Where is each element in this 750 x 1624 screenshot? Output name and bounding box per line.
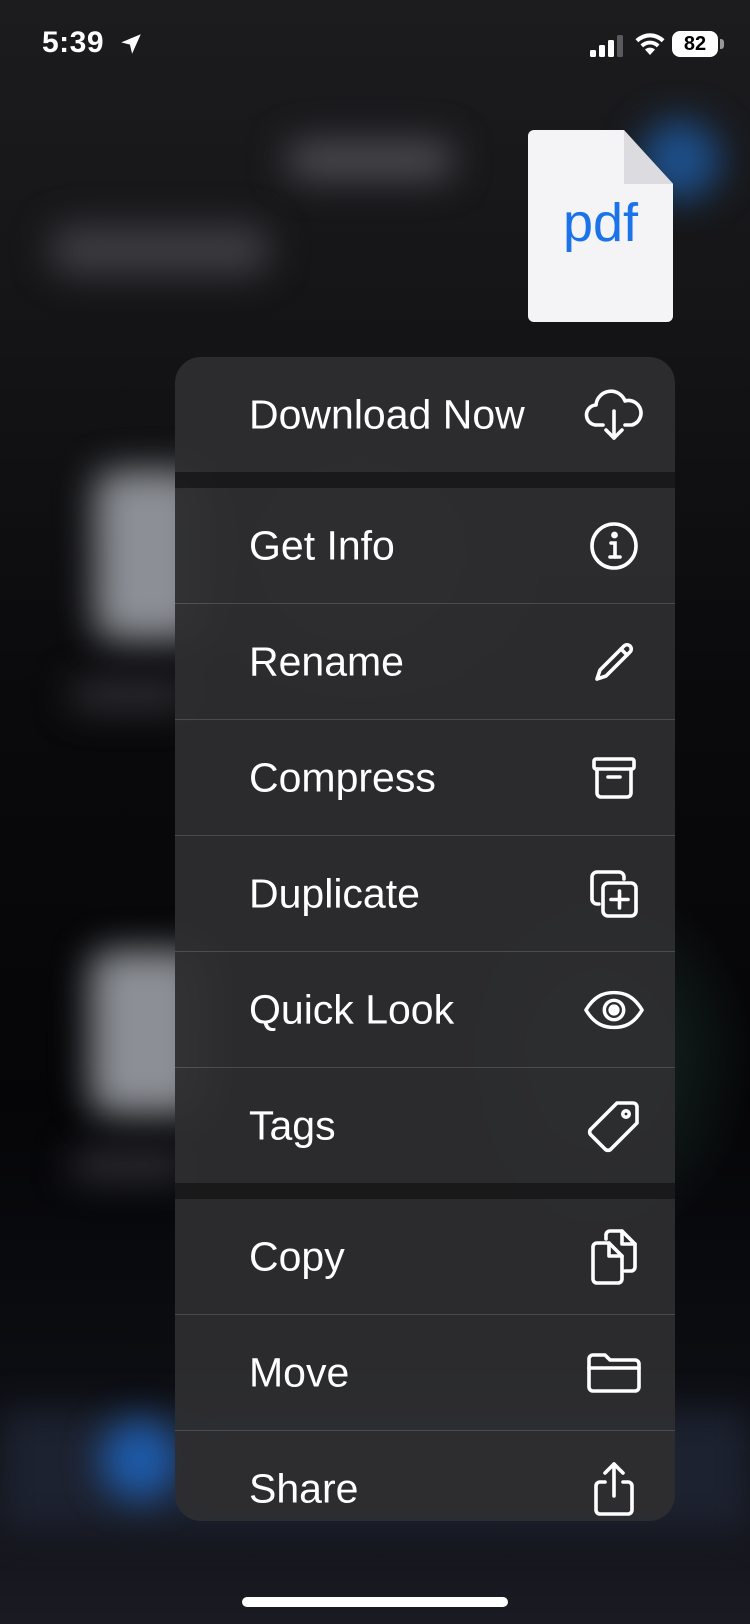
- menu-section-gap: [175, 472, 675, 488]
- menu-item-tags[interactable]: Tags: [175, 1068, 675, 1183]
- menu-item-compress[interactable]: Compress: [175, 720, 675, 835]
- tag-icon: [583, 1095, 645, 1157]
- blurred-title: [285, 140, 455, 180]
- menu-item-quick-look[interactable]: Quick Look: [175, 952, 675, 1067]
- pdf-type-label: pdf: [562, 193, 639, 253]
- menu-item-label: Download Now: [249, 391, 525, 437]
- menu-item-duplicate[interactable]: Duplicate: [175, 836, 675, 951]
- context-menu: Download Now Get Info Rename Compress Du…: [175, 357, 675, 1521]
- menu-item-copy[interactable]: Copy: [175, 1199, 675, 1314]
- eye-icon: [583, 979, 645, 1041]
- menu-item-label: Compress: [249, 754, 436, 800]
- menu-item-label: Duplicate: [249, 870, 420, 916]
- blurred-heading: [50, 225, 270, 275]
- battery-percent: 82: [683, 32, 707, 55]
- menu-item-label: Quick Look: [249, 986, 455, 1032]
- copy-documents-icon: [583, 1226, 645, 1288]
- cellular-signal-icon: [590, 35, 623, 57]
- screen: 5:39 82 pdf Download Now Get Info Rename…: [0, 0, 750, 1624]
- menu-item-move[interactable]: Move: [175, 1315, 675, 1430]
- menu-item-label: Get Info: [249, 522, 395, 568]
- info-circle-icon: [583, 515, 645, 577]
- share-icon: [583, 1458, 645, 1520]
- duplicate-plus-icon: [583, 863, 645, 925]
- menu-section-gap: [175, 1183, 675, 1199]
- archive-box-icon: [583, 747, 645, 809]
- blurred-file-caption: [70, 680, 190, 710]
- blurred-file-caption: [70, 1150, 190, 1180]
- status-time: 5:39: [42, 26, 105, 59]
- menu-item-download-now[interactable]: Download Now: [175, 357, 675, 472]
- menu-item-get-info[interactable]: Get Info: [175, 488, 675, 603]
- pencil-icon: [583, 631, 645, 693]
- menu-item-label: Copy: [249, 1233, 345, 1279]
- folder-icon: [583, 1342, 645, 1404]
- wifi-icon: [635, 33, 665, 55]
- menu-item-label: Share: [249, 1465, 359, 1511]
- battery-indicator: 82: [672, 31, 718, 57]
- menu-item-label: Rename: [249, 638, 404, 684]
- blurred-tab-icon: [100, 1420, 180, 1500]
- status-bar: 5:39 82: [0, 0, 750, 90]
- menu-item-label: Tags: [249, 1102, 336, 1148]
- battery-tip: [720, 39, 724, 49]
- cloud-download-icon: [583, 384, 645, 446]
- home-indicator[interactable]: [242, 1597, 508, 1607]
- menu-item-rename[interactable]: Rename: [175, 604, 675, 719]
- location-arrow-icon: [121, 34, 141, 54]
- menu-item-label: Move: [249, 1349, 350, 1395]
- menu-item-share[interactable]: Share: [175, 1431, 675, 1521]
